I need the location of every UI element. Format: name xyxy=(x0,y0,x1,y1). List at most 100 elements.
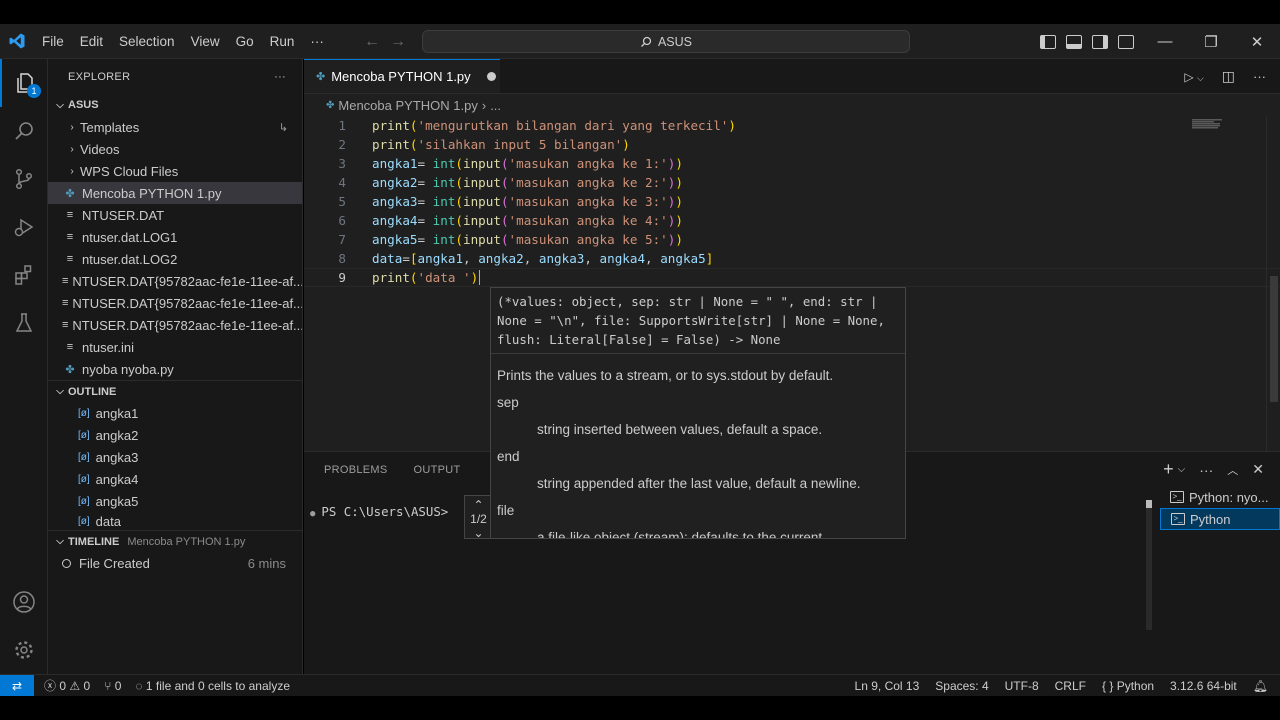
menu-more[interactable]: ··· xyxy=(302,24,332,59)
analysis-indicator[interactable]: ◌ 1 file and 0 cells to analyze xyxy=(135,679,290,693)
tab-problems[interactable]: PROBLEMS xyxy=(324,464,388,476)
ports-indicator[interactable]: ⑂ 0 xyxy=(104,679,121,693)
code-line[interactable]: 7 angka5= int(input('masukan angka ke 5:'… xyxy=(304,230,1280,249)
new-terminal-icon[interactable]: + xyxy=(1163,459,1174,480)
language-mode[interactable]: { } Python xyxy=(1102,679,1154,693)
close-window-button[interactable]: ✕ xyxy=(1234,24,1280,59)
problems-indicator[interactable]: ⓧ 0 ⚠ 0 xyxy=(44,677,90,694)
folder-root-header[interactable]: ⌵ ASUS xyxy=(48,94,302,116)
menu-file[interactable]: File xyxy=(34,24,72,59)
cursor-position[interactable]: Ln 9, Col 13 xyxy=(855,679,920,693)
code-line[interactable]: 5 angka3= int(input('masukan angka ke 3:'… xyxy=(304,192,1280,211)
folder-wps-cloud-files[interactable]: › WPS Cloud Files xyxy=(48,160,302,182)
file-ntuser-log1[interactable]: ≡ ntuser.dat.LOG1 xyxy=(48,226,302,248)
encoding[interactable]: UTF-8 xyxy=(1005,679,1039,693)
code-line-active[interactable]: 9 print('data ') xyxy=(304,268,1280,287)
outline-item[interactable]: [ø] angka1 xyxy=(48,402,302,424)
run-python-file-icon[interactable]: ▷ ⌵ xyxy=(1184,70,1203,84)
folder-videos[interactable]: › Videos xyxy=(48,138,302,160)
minimap[interactable] xyxy=(1192,117,1222,129)
editor-scrollbar[interactable] xyxy=(1266,116,1280,451)
panel-more-icon[interactable]: ··· xyxy=(1199,462,1213,478)
outline-item[interactable]: [ø] data xyxy=(48,512,302,530)
code-editor[interactable]: 1 print('mengurutkan bilangan dari yang t… xyxy=(304,116,1280,287)
terminal-scroll-thumb[interactable] xyxy=(1146,500,1152,508)
back-arrow-icon[interactable]: ← xyxy=(364,33,380,51)
restore-button[interactable]: ❐ xyxy=(1188,24,1234,59)
file-ntuser-guid-3[interactable]: ≡ NTUSER.DAT{95782aac-fe1e-11ee-af... xyxy=(48,314,302,336)
code-line[interactable]: 8 data=[angka1, angka2, angka3, angka4, a… xyxy=(304,249,1280,268)
file-nyoba-nyoba[interactable]: ✤ nyoba nyoba.py xyxy=(48,358,302,380)
settings-gear-icon[interactable] xyxy=(0,626,48,674)
timeline-header[interactable]: ⌵ TIMELINE Mencoba PYTHON 1.py xyxy=(48,530,302,552)
tab-output[interactable]: OUTPUT xyxy=(414,464,461,476)
timeline-entry[interactable]: File Created 6 mins xyxy=(48,552,302,574)
customize-layout-icon[interactable] xyxy=(1118,34,1134,49)
unsaved-dot-icon[interactable] xyxy=(486,72,496,81)
code-line[interactable]: 4 angka2= int(input('masukan angka ke 2:'… xyxy=(304,173,1280,192)
scrollbar-thumb[interactable] xyxy=(1270,276,1278,402)
end-of-line[interactable]: CRLF xyxy=(1055,679,1086,693)
search-icon[interactable] xyxy=(0,107,48,155)
extensions-icon[interactable] xyxy=(0,251,48,299)
file-ntuser-log2[interactable]: ≡ ntuser.dat.LOG2 xyxy=(48,248,302,270)
menu-run[interactable]: Run xyxy=(262,24,303,59)
remote-window-icon[interactable]: ⇄ xyxy=(0,674,34,697)
code-line[interactable]: 1 print('mengurutkan bilangan dari yang t… xyxy=(304,116,1280,135)
source-control-icon[interactable] xyxy=(0,155,48,203)
terminal-item[interactable]: >_ Python: nyo... xyxy=(1160,486,1280,508)
menu-view[interactable]: View xyxy=(183,24,228,59)
terminal-scrollbar[interactable] xyxy=(1146,500,1152,630)
toggle-secondary-sidebar-icon[interactable] xyxy=(1092,34,1108,49)
variable-icon: [ø] xyxy=(78,407,90,419)
outline-item[interactable]: [ø] angka3 xyxy=(48,446,302,468)
command-center-search[interactable]: ASUS xyxy=(422,30,910,53)
chevron-down-icon[interactable]: ⌄ xyxy=(473,526,483,540)
breadcrumb-file[interactable]: Mencoba PYTHON 1.py xyxy=(338,98,477,113)
menu-edit[interactable]: Edit xyxy=(72,24,111,59)
menu-go[interactable]: Go xyxy=(228,24,262,59)
breadcrumb-symbols[interactable]: ... xyxy=(490,98,501,113)
sidebar-more-button[interactable]: ··· xyxy=(274,71,286,83)
file-ntuser-dat[interactable]: ≡ NTUSER.DAT xyxy=(48,204,302,226)
run-debug-icon[interactable] xyxy=(0,203,48,251)
folder-label: Videos xyxy=(80,141,120,157)
code-line[interactable]: 6 angka4= int(input('masukan angka ke 4:'… xyxy=(304,211,1280,230)
maximize-panel-icon[interactable]: ︿ xyxy=(1227,462,1238,478)
close-panel-icon[interactable]: ✕ xyxy=(1252,461,1264,478)
python-interpreter[interactable]: 3.12.6 64-bit xyxy=(1170,679,1237,693)
outline-header[interactable]: ⌵ OUTLINE xyxy=(48,380,302,402)
chevron-down-icon[interactable]: ⌵ xyxy=(1178,464,1186,475)
chevron-up-icon[interactable]: ⌃ xyxy=(473,498,483,512)
timeline-circle-icon xyxy=(62,558,71,568)
toggle-primary-sidebar-icon[interactable] xyxy=(1040,34,1056,49)
accounts-icon[interactable] xyxy=(0,578,48,626)
code-text: angka5= int(input('masukan angka ke 5:')… xyxy=(372,232,683,247)
more-actions-icon[interactable]: ··· xyxy=(1253,69,1266,84)
param-name: file xyxy=(497,503,515,518)
file-mencoba-python[interactable]: ✤ Mencoba PYTHON 1.py xyxy=(48,182,302,204)
file-ntuser-guid-1[interactable]: ≡ NTUSER.DAT{95782aac-fe1e-11ee-af... xyxy=(48,270,302,292)
line-number: 2 xyxy=(338,137,346,152)
code-line[interactable]: 2 print('silahkan input 5 bilangan') xyxy=(304,135,1280,154)
terminal-output[interactable]: ● PS C:\Users\ASUS> xyxy=(310,504,448,519)
outline-item[interactable]: [ø] angka2 xyxy=(48,424,302,446)
terminal-item-selected[interactable]: >_ Python xyxy=(1160,508,1280,530)
file-ntuser-ini[interactable]: ≡ ntuser.ini xyxy=(48,336,302,358)
code-line[interactable]: 3 angka1= int(input('masukan angka ke 1:'… xyxy=(304,154,1280,173)
outline-item[interactable]: [ø] angka4 xyxy=(48,468,302,490)
tab-mencoba-python[interactable]: ✤ Mencoba PYTHON 1.py xyxy=(304,59,500,93)
outline-item[interactable]: [ø] angka5 xyxy=(48,490,302,512)
folder-templates[interactable]: › Templates ↳ xyxy=(48,116,302,138)
indentation[interactable]: Spaces: 4 xyxy=(935,679,988,693)
explorer-icon[interactable]: 1 xyxy=(0,59,48,107)
notifications-bell-icon[interactable]: 🔔︎ xyxy=(1253,679,1268,693)
toggle-panel-icon[interactable] xyxy=(1066,34,1082,49)
forward-arrow-icon[interactable]: → xyxy=(390,33,406,51)
testing-flask-icon[interactable] xyxy=(0,299,48,347)
menu-selection[interactable]: Selection xyxy=(111,24,183,59)
minimize-button[interactable]: — xyxy=(1142,24,1188,59)
file-ntuser-guid-2[interactable]: ≡ NTUSER.DAT{95782aac-fe1e-11ee-af... xyxy=(48,292,302,314)
line-number: 5 xyxy=(338,194,346,209)
split-editor-icon[interactable]: ◫ xyxy=(1222,68,1235,85)
